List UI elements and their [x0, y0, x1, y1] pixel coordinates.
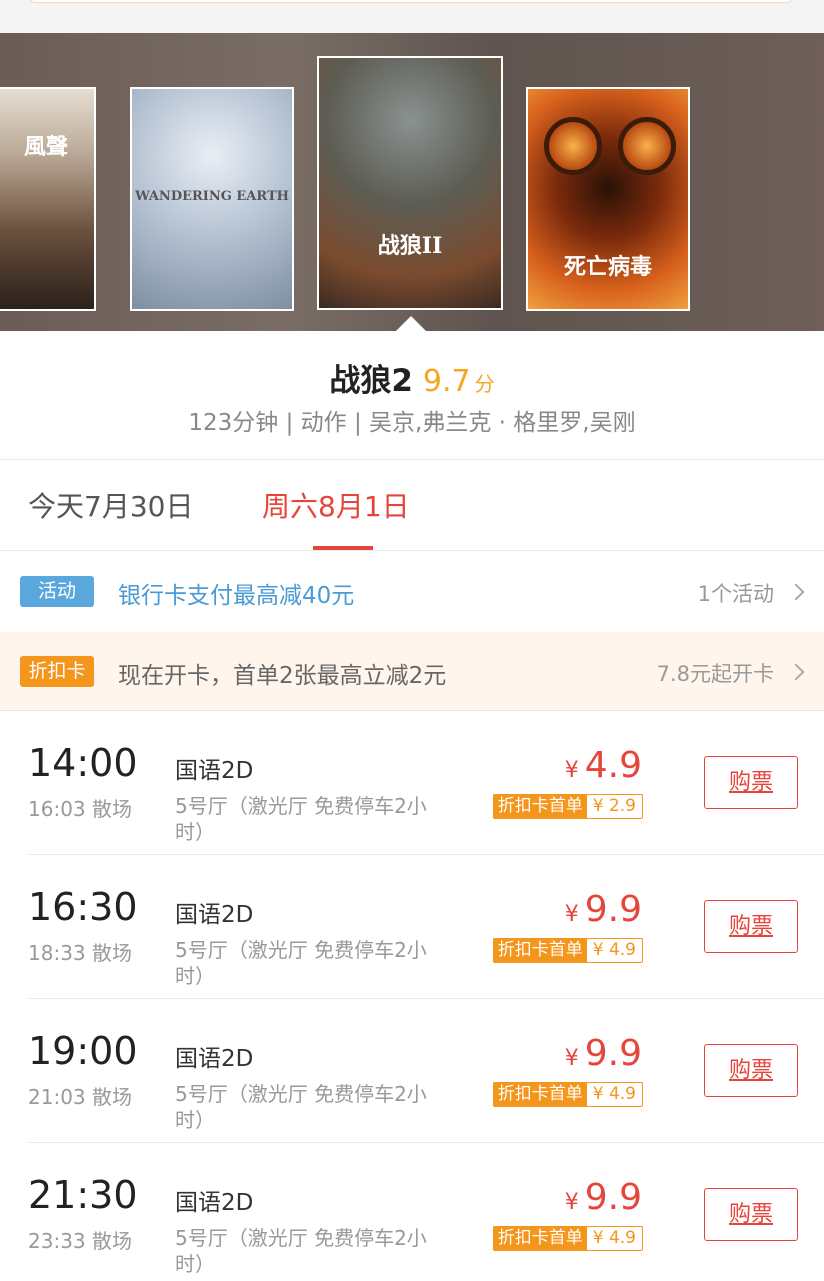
poster-title: 死亡病毒 — [563, 254, 652, 280]
language-format: 国语2D — [175, 1046, 254, 1072]
discount-badge: 折扣卡首单 ¥ 4.9 — [492, 1082, 643, 1107]
showtime-row[interactable]: 14:00 16:03 散场 国语2D 5号厅（激光厅 免费停车2小时） ¥4.… — [0, 711, 824, 855]
movie-info: 战狼2 9.7 分 123分钟 | 动作 | 吴京,弗兰克 · 格里罗,吴刚 — [0, 331, 824, 460]
movie-title-row: 战狼2 9.7 分 — [0, 355, 824, 400]
buy-ticket-button[interactable]: 购票 — [704, 900, 798, 953]
price: ¥9.9 — [565, 1033, 642, 1074]
gasmask-lens-left — [544, 117, 602, 175]
poster-title: 战狼II — [377, 233, 443, 259]
discount-badge: 折扣卡首单 ¥ 2.9 — [492, 794, 643, 819]
discount-badge: 折扣卡首单 ¥ 4.9 — [492, 938, 643, 963]
promo-text: 银行卡支付最高减40元 — [118, 583, 355, 609]
hall-info: 5号厅（激光厅 免费停车2小时） — [175, 1226, 427, 1276]
poster-card[interactable]: 死亡病毒 — [526, 87, 690, 311]
hall-info: 5号厅（激光厅 免费停车2小时） — [175, 794, 427, 844]
currency-symbol: ¥ — [564, 1190, 579, 1215]
poster-card[interactable]: 風聲 — [0, 87, 96, 311]
price-value: 9.9 — [584, 1033, 642, 1074]
poster-card[interactable]: WANDERING EARTH — [130, 87, 294, 311]
showtime-row[interactable]: 16:30 18:33 散场 国语2D 5号厅（激光厅 免费停车2小时） ¥9.… — [0, 855, 824, 999]
discount-label: 折扣卡首单 — [493, 795, 587, 818]
language-format: 国语2D — [175, 758, 254, 784]
buy-ticket-button[interactable]: 购票 — [704, 1188, 798, 1241]
discount-label: 折扣卡首单 — [493, 1083, 587, 1106]
price: ¥4.9 — [565, 745, 642, 786]
start-time: 14:00 — [28, 741, 138, 785]
movie-score-unit: 分 — [474, 372, 495, 396]
discount-card-price: 7.8元起开卡 — [656, 662, 774, 686]
movie-title: 战狼2 — [329, 363, 413, 399]
price: ¥9.9 — [565, 1177, 642, 1218]
end-time: 23:33 散场 — [28, 1229, 132, 1253]
showtime-row[interactable]: 19:00 21:03 散场 国语2D 5号厅（激光厅 免费停车2小时） ¥9.… — [0, 999, 824, 1143]
end-time: 16:03 散场 — [28, 797, 132, 821]
showtime-row[interactable]: 21:30 23:33 散场 国语2D 5号厅（激光厅 免费停车2小时） ¥9.… — [0, 1143, 824, 1281]
hall-info: 5号厅（激光厅 免费停车2小时） — [175, 938, 427, 988]
price-value: 9.9 — [584, 889, 642, 930]
active-tab-indicator — [313, 546, 373, 550]
date-tabs: 今天7月30日 周六8月1日 — [0, 461, 824, 551]
chevron-right-icon — [787, 583, 805, 601]
start-time: 16:30 — [28, 885, 138, 929]
discount-card-row[interactable]: 折扣卡 现在开卡，首单2张最高立减2元 7.8元起开卡 — [0, 632, 824, 711]
discount-card-tag: 折扣卡 — [20, 656, 94, 687]
movie-meta: 123分钟 | 动作 | 吴京,弗兰克 · 格里罗,吴刚 — [188, 410, 636, 436]
promo-row[interactable]: 活动 银行卡支付最高减40元 1个活动 — [0, 552, 824, 632]
discount-badge: 折扣卡首单 ¥ 4.9 — [492, 1226, 643, 1251]
promo-tag: 活动 — [20, 576, 94, 607]
discount-price: ¥ 4.9 — [592, 1084, 636, 1104]
search-bar-edge[interactable] — [28, 0, 794, 3]
movie-score: 9.7 — [422, 364, 471, 399]
discount-price: ¥ 4.9 — [592, 1228, 636, 1248]
end-time: 18:33 散场 — [28, 941, 132, 965]
selected-pointer-icon — [396, 316, 426, 331]
language-format: 国语2D — [175, 902, 254, 928]
currency-symbol: ¥ — [564, 758, 579, 783]
start-time: 21:30 — [28, 1173, 138, 1217]
price: ¥9.9 — [565, 889, 642, 930]
search-bar-area — [0, 0, 824, 33]
discount-label: 折扣卡首单 — [493, 1227, 587, 1250]
poster-image — [319, 58, 501, 308]
currency-symbol: ¥ — [564, 1046, 579, 1071]
poster-title: WANDERING EARTH — [135, 189, 289, 204]
gasmask-lens-right — [618, 117, 676, 175]
discount-price: ¥ 2.9 — [592, 796, 636, 816]
end-time: 21:03 散场 — [28, 1085, 132, 1109]
poster-image — [0, 89, 94, 309]
buy-ticket-button[interactable]: 购票 — [704, 756, 798, 809]
buy-ticket-button[interactable]: 购票 — [704, 1044, 798, 1097]
poster-card-selected[interactable]: 战狼II — [317, 56, 503, 310]
movie-poster-carousel[interactable]: 風聲 WANDERING EARTH 战狼II 死亡病毒 — [0, 33, 824, 331]
showtime-list: 14:00 16:03 散场 国语2D 5号厅（激光厅 免费停车2小时） ¥4.… — [0, 711, 824, 1281]
discount-price: ¥ 4.9 — [592, 940, 636, 960]
price-value: 9.9 — [584, 1177, 642, 1218]
hall-info: 5号厅（激光厅 免费停车2小时） — [175, 1082, 427, 1132]
price-value: 4.9 — [584, 745, 642, 786]
start-time: 19:00 — [28, 1029, 138, 1073]
discount-label: 折扣卡首单 — [493, 939, 587, 962]
language-format: 国语2D — [175, 1190, 254, 1216]
tab-saturday[interactable]: 周六8月1日 — [262, 485, 410, 525]
promo-count: 1个活动 — [697, 582, 774, 606]
chevron-right-icon — [787, 663, 805, 681]
currency-symbol: ¥ — [564, 902, 579, 927]
discount-card-text: 现在开卡，首单2张最高立减2元 — [118, 663, 447, 689]
poster-title: 風聲 — [23, 134, 68, 160]
tab-today[interactable]: 今天7月30日 — [28, 485, 193, 525]
